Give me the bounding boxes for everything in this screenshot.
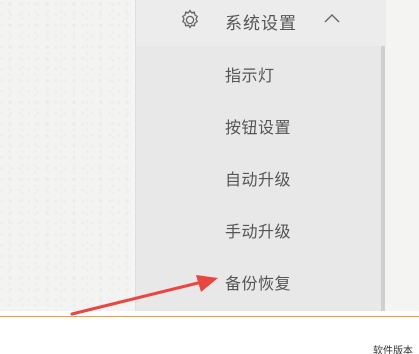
menu-item-button-settings[interactable]: 按钮设置: [225, 114, 291, 138]
version-label: 软件版本: [373, 346, 413, 354]
menu-group-label: 系统设置: [225, 14, 297, 34]
app-window: 系统设置 指示灯 按钮设置 自动升级 手动升级 备份恢复 软件版本: [0, 0, 419, 354]
side-menu: 系统设置 指示灯 按钮设置 自动升级 手动升级 备份恢复: [135, 0, 386, 311]
menu-item-manual-upgrade[interactable]: 手动升级: [225, 218, 291, 242]
menu-item-auto-upgrade[interactable]: 自动升级: [225, 166, 291, 190]
menu-item-backup-restore[interactable]: 备份恢复: [225, 270, 291, 294]
background-panel: [0, 0, 132, 316]
menu-group-system-settings[interactable]: 系统设置: [136, 0, 386, 46]
menu-item-indicator-light[interactable]: 指示灯: [225, 62, 275, 86]
footer-bar: [0, 316, 419, 354]
gear-icon: [181, 9, 199, 29]
chevron-up-icon[interactable]: [323, 12, 341, 24]
menu-scrollbar[interactable]: [381, 46, 385, 311]
